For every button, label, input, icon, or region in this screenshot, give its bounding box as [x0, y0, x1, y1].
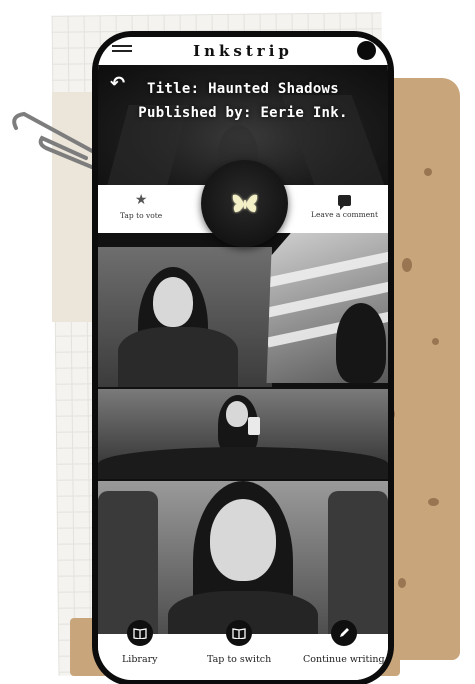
comment-label: Leave a comment: [310, 210, 378, 219]
comic-panel-1: [98, 247, 272, 387]
comic-publisher: Published by: Eerie Ink.: [138, 105, 348, 121]
continue-writing-label: Continue writing: [303, 654, 385, 665]
comment-button[interactable]: Leave a comment: [311, 193, 378, 219]
app-title: Inkstrip: [193, 42, 293, 60]
comic-title: Title: Haunted Shadows: [146, 81, 340, 97]
phone-screen: Inkstrip ↶ Title: Haunted Shadows Publis…: [98, 37, 388, 680]
vote-label: Tap to vote: [120, 211, 163, 220]
library-button[interactable]: Library: [122, 620, 158, 665]
profile-avatar[interactable]: [357, 41, 376, 60]
comic-title-block: Title: Haunted Shadows Published by: Eer…: [98, 77, 388, 125]
hamburger-icon[interactable]: [112, 45, 132, 57]
book-icon: [126, 620, 153, 646]
app-bar: Inkstrip: [98, 37, 388, 65]
comic-panel-4: [98, 481, 388, 643]
butterfly-icon: [232, 194, 257, 212]
switch-button[interactable]: Tap to switch: [207, 620, 271, 665]
butterfly-badge[interactable]: [201, 160, 288, 247]
comic-panel-3: [98, 389, 388, 479]
pencil-icon: [330, 620, 357, 646]
continue-writing-button[interactable]: Continue writing: [303, 620, 385, 665]
vote-button[interactable]: ★ Tap to vote: [120, 193, 162, 220]
phone-frame: Inkstrip ↶ Title: Haunted Shadows Publis…: [92, 31, 394, 684]
book-icon: [226, 620, 253, 646]
paperclip-icon: [12, 111, 101, 171]
bottom-nav: Library Tap to switch Continue writing: [98, 620, 388, 680]
comment-icon: [337, 195, 351, 210]
library-label: Library: [122, 654, 158, 665]
switch-label: Tap to switch: [207, 654, 272, 665]
comic-page[interactable]: [98, 233, 388, 643]
star-icon: ★: [134, 192, 148, 208]
